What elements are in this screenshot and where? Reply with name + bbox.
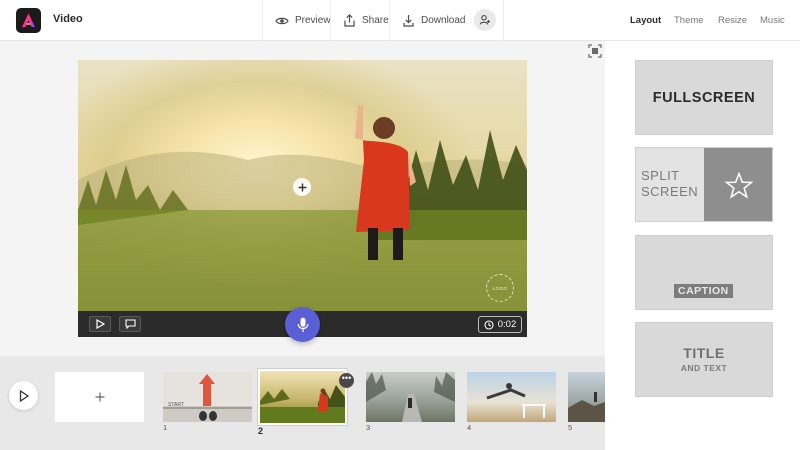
app-logo-icon[interactable] bbox=[16, 8, 41, 33]
top-bar: Video Preview Share Download Layout Them… bbox=[0, 0, 800, 41]
clock-icon bbox=[484, 319, 494, 330]
duration-label: 0:02 bbox=[497, 319, 517, 330]
share-icon bbox=[344, 14, 355, 27]
comment-icon bbox=[124, 319, 136, 329]
play-icon bbox=[19, 389, 29, 402]
caption-button[interactable] bbox=[119, 316, 141, 332]
slide-options-button[interactable]: ••• bbox=[339, 373, 354, 388]
toolbar-divider bbox=[503, 0, 504, 41]
cliff-view-image bbox=[568, 392, 605, 422]
tab-theme[interactable]: Theme bbox=[674, 15, 704, 26]
layout-title-and-text[interactable]: TITLE AND TEXT bbox=[635, 322, 773, 397]
star-icon bbox=[725, 172, 753, 199]
layout-caption[interactable]: CAPTION bbox=[635, 235, 773, 310]
app-window: Video Preview Share Download Layout Them… bbox=[0, 0, 800, 450]
tab-layout[interactable]: Layout bbox=[630, 15, 661, 26]
invite-user-button[interactable] bbox=[474, 9, 496, 31]
split-image-area bbox=[704, 148, 772, 221]
add-slide-button[interactable] bbox=[55, 372, 144, 422]
download-button[interactable]: Download bbox=[389, 0, 477, 41]
download-label: Download bbox=[421, 15, 466, 26]
layout-panel: FULLSCREEN SPLIT SCREEN CAPTION TITLE AN… bbox=[605, 41, 800, 450]
layout-fullscreen[interactable]: FULLSCREEN bbox=[635, 60, 773, 135]
split-text-area: SPLIT SCREEN bbox=[636, 148, 704, 221]
slide-canvas[interactable]: LOGO 0:02 bbox=[78, 60, 527, 337]
play-video-button[interactable] bbox=[9, 381, 38, 410]
slide-number: 5 bbox=[568, 423, 573, 432]
plus-icon bbox=[95, 392, 104, 402]
tab-resize[interactable]: Resize bbox=[718, 15, 747, 26]
play-slide-button[interactable] bbox=[89, 316, 111, 332]
slide-thumbnail-2[interactable] bbox=[258, 369, 347, 425]
tab-music[interactable]: Music bbox=[760, 15, 785, 26]
play-icon bbox=[95, 319, 105, 329]
slide-timeline: START 1 ••• 2 3 4 5 bbox=[0, 356, 605, 450]
slide-thumbnail-5[interactable] bbox=[568, 372, 605, 422]
layout-fullscreen-label: FULLSCREEN bbox=[652, 90, 756, 106]
split-screen-label: SPLIT SCREEN bbox=[641, 168, 698, 200]
slide-thumbnail-1[interactable]: START bbox=[163, 372, 252, 422]
title-label: TITLE bbox=[683, 345, 725, 361]
start-caption: START bbox=[168, 402, 184, 408]
project-title: Video bbox=[53, 13, 83, 25]
caption-label: CAPTION bbox=[674, 284, 733, 298]
and-text-label: AND TEXT bbox=[680, 363, 728, 373]
slide-number: 2 bbox=[258, 426, 264, 436]
hero-child-image bbox=[260, 385, 345, 423]
share-label: Share bbox=[362, 15, 389, 26]
slide-number: 4 bbox=[467, 423, 472, 432]
download-icon bbox=[403, 15, 414, 27]
hurdle-jump-image bbox=[486, 383, 546, 418]
slide-thumbnail-4[interactable] bbox=[467, 372, 556, 422]
foggy-road-image bbox=[366, 372, 455, 422]
layout-split-screen[interactable]: SPLIT SCREEN bbox=[635, 147, 773, 222]
add-element-button[interactable] bbox=[293, 178, 311, 196]
slide-number: 3 bbox=[366, 423, 371, 432]
preview-label: Preview bbox=[295, 15, 331, 26]
plus-icon bbox=[298, 183, 306, 191]
slide-number: 1 bbox=[163, 423, 168, 432]
logo-placeholder[interactable]: LOGO bbox=[486, 274, 514, 302]
fit-to-screen-icon[interactable] bbox=[588, 44, 602, 63]
record-voice-button[interactable] bbox=[285, 307, 320, 342]
eye-icon bbox=[275, 17, 289, 24]
microphone-icon bbox=[297, 317, 308, 332]
slide-thumbnail-3[interactable] bbox=[366, 372, 455, 422]
add-user-icon bbox=[479, 15, 490, 25]
split-label-line1: SPLIT bbox=[641, 168, 680, 183]
start-line-image bbox=[163, 372, 252, 422]
duration-button[interactable]: 0:02 bbox=[478, 316, 522, 333]
split-label-line2: SCREEN bbox=[641, 184, 699, 199]
